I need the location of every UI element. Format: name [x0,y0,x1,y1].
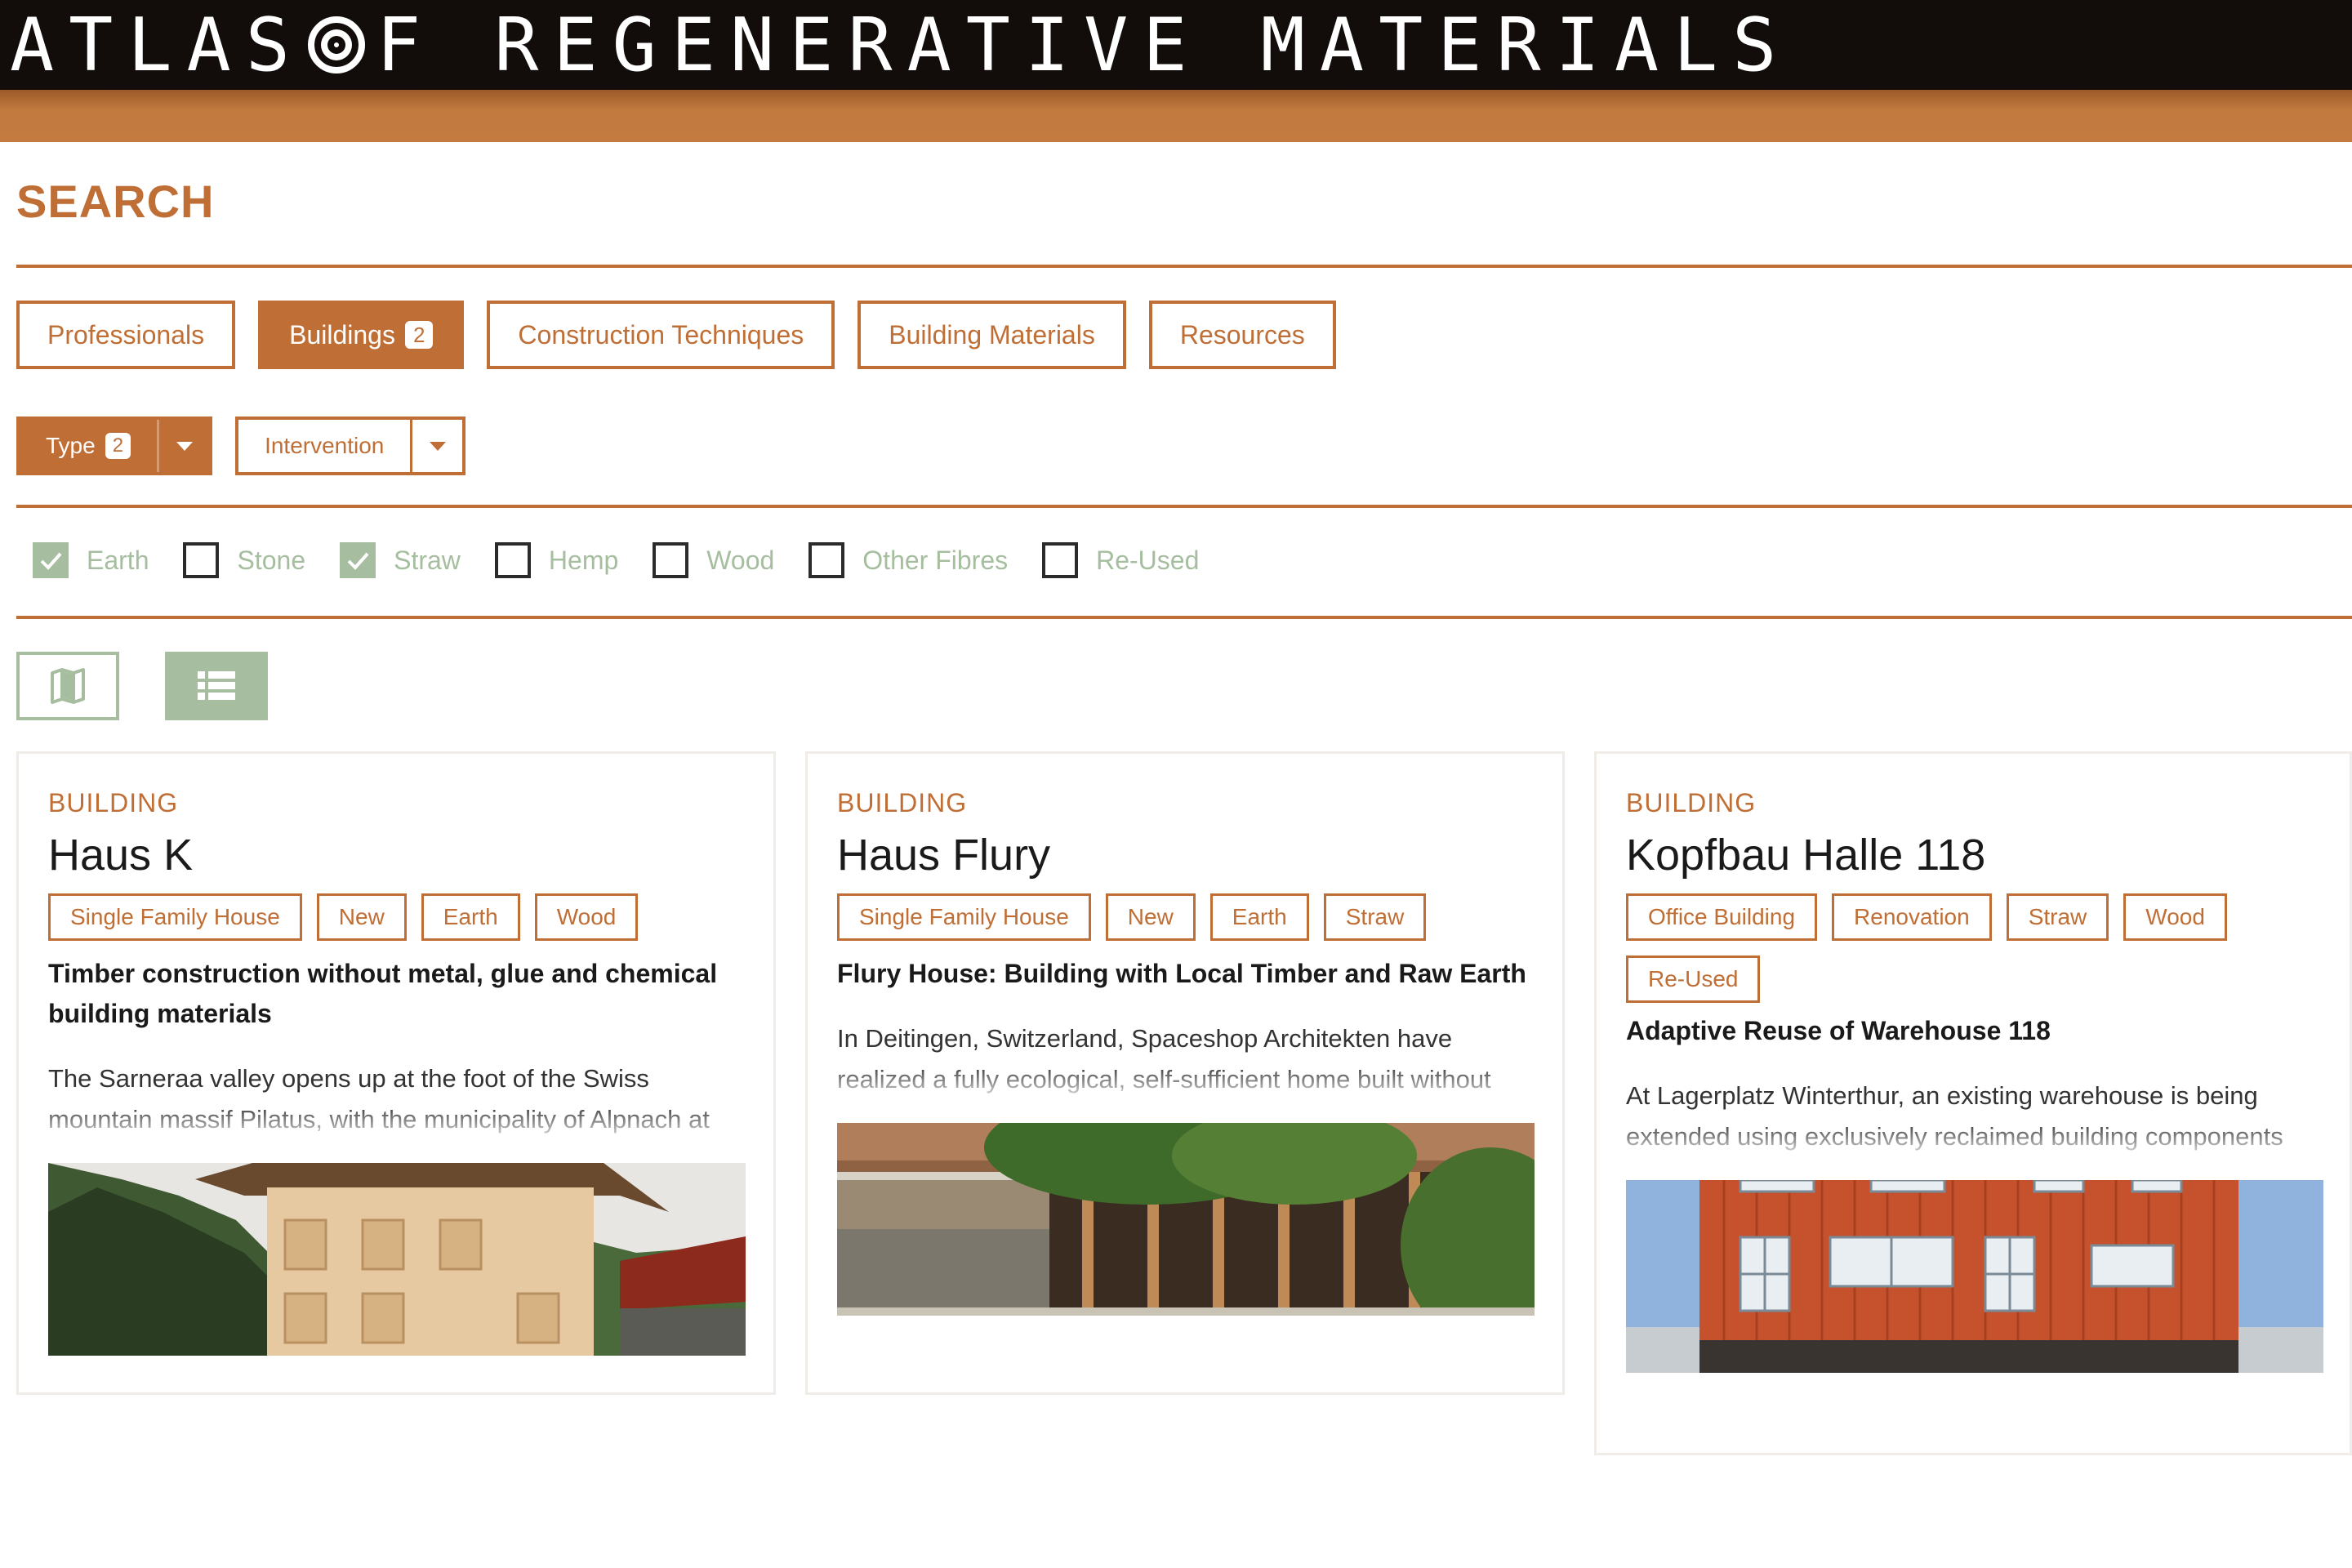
view-toggle [16,652,268,720]
checkbox-label: Stone [237,545,306,575]
divider [16,265,2352,268]
checkbox-icon[interactable] [494,542,531,578]
tag[interactable]: Earth [421,893,520,941]
tab-label: Professionals [47,319,205,350]
card-photo[interactable] [1626,1180,2323,1373]
page-title: SEARCH [16,176,215,227]
tag[interactable]: Renovation [1832,893,1992,941]
card-category: BUILDING [1626,788,1757,817]
card-category: BUILDING [837,788,968,817]
checkbox-straw[interactable]: Straw [340,542,461,578]
checkbox-label: Re-Used [1096,545,1200,575]
card-title[interactable]: Haus K [48,830,744,880]
tag[interactable]: New [316,893,407,941]
building-card[interactable]: BUILDING Haus Flury Single Family House … [805,751,1565,1395]
tab-building-materials[interactable]: Building Materials [858,301,1126,369]
chevron-down-icon[interactable] [157,420,209,472]
tag[interactable]: Wood [534,893,639,941]
map-view-button[interactable] [16,652,119,720]
checkbox-label: Other Fibres [862,545,1009,575]
checkbox-wood[interactable]: Wood [653,542,774,578]
tag[interactable]: Single Family House [48,893,302,941]
material-filters: Earth Stone Straw Hemp Wood Other Fibres… [33,542,1199,578]
list-view-button[interactable] [165,652,268,720]
dropdown-text: Type [46,433,96,458]
checkbox-other-fibres[interactable]: Other Fibres [808,542,1008,578]
tag[interactable]: Re-Used [1626,956,1761,1003]
card-description: In Deitingen, Switzerland, Spaceshop Arc… [837,1018,1533,1100]
card-category: BUILDING [48,788,179,817]
tab-professionals[interactable]: Professionals [16,301,236,369]
divider [16,616,2352,619]
site-header: ATLAS F REGENERATIVE MATERIALS [0,0,2352,90]
checkbox-hemp[interactable]: Hemp [494,542,619,578]
count-badge: 2 [105,433,131,459]
tab-resources[interactable]: Resources [1148,301,1336,369]
checkbox-label: Earth [87,545,149,575]
card-tags: Office Building Renovation Straw Wood Re… [1626,893,2320,1003]
checkbox-earth[interactable]: Earth [33,542,149,578]
checkbox-icon[interactable] [1042,542,1079,578]
tab-label: Resources [1179,319,1305,350]
list-icon [198,671,235,700]
tag[interactable]: Wood [2123,893,2227,941]
checkbox-stone[interactable]: Stone [183,542,305,578]
checkbox-re-used[interactable]: Re-Used [1042,542,1199,578]
logo-spiral-icon [307,16,365,74]
card-description: At Lagerplatz Winterthur, an existing wa… [1626,1076,2320,1157]
dropdown-text: Intervention [265,433,385,458]
count-badge: 2 [404,321,434,349]
checkbox-checked-icon[interactable] [340,542,376,578]
card-tags: Single Family House New Earth Straw [837,893,1533,941]
card-title[interactable]: Haus Flury [837,830,1533,880]
card-subtitle: Flury House: Building with Local Timber … [837,959,1526,988]
tab-label: Building Materials [889,319,1095,350]
tab-label: Construction Techniques [518,319,804,350]
checkbox-label: Wood [706,545,775,575]
card-photo[interactable] [48,1163,746,1356]
divider [16,505,2352,508]
tab-buildings[interactable]: Buildings 2 [258,301,465,369]
tag[interactable]: New [1105,893,1196,941]
type-dropdown[interactable]: Type 2 [16,416,213,475]
site-logo[interactable]: ATLAS F REGENERATIVE MATERIALS [10,2,1792,88]
tag[interactable]: Straw [1323,893,1427,941]
intervention-dropdown[interactable]: Intervention [235,416,466,475]
category-tabs: Professionals Buildings 2 Construction T… [16,301,1336,369]
card-subtitle: Timber construction without metal, glue … [48,959,718,1028]
card-photo[interactable] [837,1123,1535,1316]
card-title[interactable]: Kopfbau Halle 118 [1626,830,2320,880]
type-dropdown-label: Type 2 [20,420,157,472]
tag[interactable]: Earth [1209,893,1309,941]
checkbox-label: Straw [394,545,461,575]
tab-construction-techniques[interactable]: Construction Techniques [487,301,835,369]
building-card[interactable]: BUILDING Haus K Single Family House New … [16,751,776,1395]
logo-text-right: F REGENERATIVE MATERIALS [376,2,1792,88]
map-icon [51,668,85,704]
checkbox-label: Hemp [548,545,619,575]
checkbox-icon[interactable] [183,542,220,578]
checkbox-icon[interactable] [808,542,845,578]
tab-label: Buildings [289,319,395,350]
tag[interactable]: Single Family House [837,893,1091,941]
card-subtitle: Adaptive Reuse of Warehouse 118 [1626,1016,2051,1045]
tag[interactable]: Straw [2006,893,2109,941]
chevron-down-icon[interactable] [410,420,462,472]
building-card[interactable]: BUILDING Kopfbau Halle 118 Office Buildi… [1594,751,2352,1455]
checkbox-checked-icon[interactable] [33,542,69,578]
tag[interactable]: Office Building [1626,893,1818,941]
card-description: The Sarneraa valley opens up at the foot… [48,1058,744,1140]
header-accent-bar [0,90,2352,142]
dropdown-filters: Type 2 Intervention [16,416,466,475]
logo-text-left: ATLAS [10,2,305,88]
checkbox-icon[interactable] [653,542,689,578]
intervention-dropdown-label: Intervention [238,420,410,472]
card-tags: Single Family House New Earth Wood [48,893,744,941]
